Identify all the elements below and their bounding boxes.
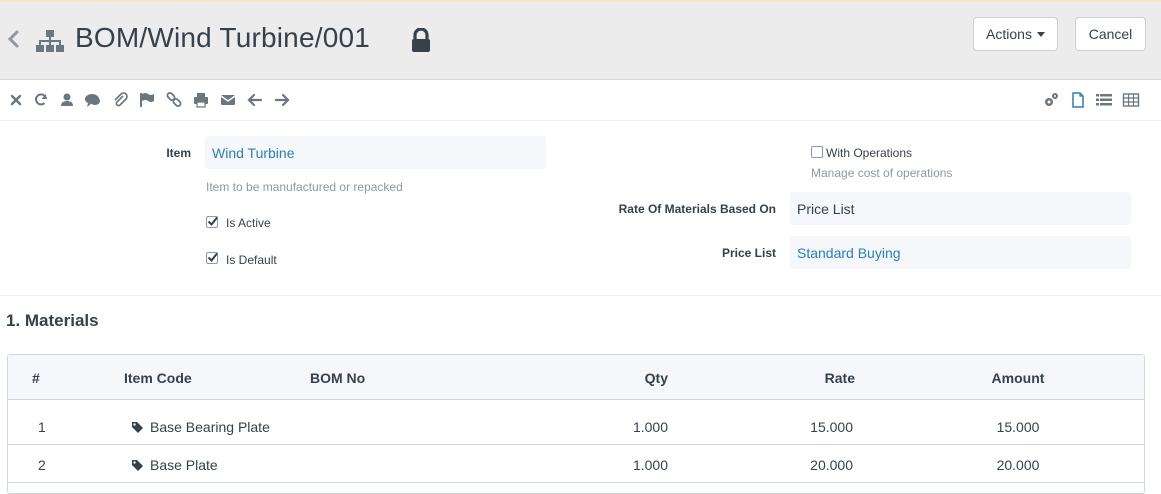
check-icon — [207, 216, 218, 227]
table-row[interactable]: 1 Base Bearing Plate 1.000 15.000 15.000 — [8, 408, 1144, 445]
price-list-value-link[interactable]: Standard Buying — [797, 245, 901, 261]
table-header: # Item Code BOM No Qty Rate Amount — [8, 355, 1144, 400]
list-view-icon[interactable] — [1095, 91, 1113, 109]
with-operations-label: With Operations — [826, 146, 913, 160]
back-chevron-icon[interactable] — [6, 27, 20, 51]
col-header-idx: # — [32, 370, 40, 386]
print-icon[interactable] — [192, 91, 210, 109]
row-idx: 1 — [38, 419, 46, 435]
item-label: Item — [166, 146, 191, 160]
arrow-right-icon[interactable] — [273, 91, 291, 109]
arrow-left-icon[interactable] — [246, 91, 264, 109]
actions-dropdown-button[interactable]: Actions — [973, 17, 1058, 51]
caret-down-icon — [1036, 32, 1045, 37]
user-icon[interactable] — [58, 91, 76, 109]
settings-icon[interactable] — [1042, 91, 1060, 109]
cancel-button[interactable]: Cancel — [1075, 17, 1146, 51]
email-icon[interactable] — [219, 91, 237, 109]
refresh-icon[interactable] — [32, 91, 50, 109]
form-view-icon[interactable] — [1069, 91, 1087, 109]
row-qty: 1.000 — [632, 457, 668, 473]
row-amount: 15.000 — [996, 419, 1040, 435]
is-default-label: Is Default — [226, 253, 277, 267]
close-icon[interactable] — [7, 91, 25, 109]
materials-section-title: 1. Materials — [6, 311, 99, 330]
rate-based-on-value: Price List — [797, 200, 855, 217]
price-list-label: Price List — [721, 246, 776, 260]
item-help-text: Item to be manufactured or repacked — [206, 180, 403, 194]
is-active-checkbox[interactable] — [206, 216, 218, 228]
row-qty: 1.000 — [632, 419, 668, 435]
tag-icon — [132, 460, 143, 471]
flag-icon[interactable] — [138, 91, 156, 109]
page-title: BOM/Wind Turbine/001 — [75, 22, 371, 53]
with-operations-help-text: Manage cost of operations — [811, 166, 953, 180]
row-item-code-link[interactable]: Base Bearing Plate — [150, 419, 270, 435]
attachment-icon[interactable] — [111, 91, 129, 109]
col-header-item-code: Item Code — [124, 370, 192, 386]
price-list-field[interactable]: Standard Buying — [790, 236, 1131, 269]
row-rate: 20.000 — [810, 457, 853, 473]
row-item-code-link[interactable]: Base Plate — [150, 457, 218, 473]
col-header-amount: Amount — [991, 370, 1045, 386]
link-icon[interactable] — [165, 91, 183, 109]
actions-button-label: Actions — [986, 26, 1032, 42]
row-idx: 2 — [38, 457, 46, 473]
col-header-rate: Rate — [824, 370, 855, 386]
check-icon — [207, 252, 218, 263]
col-header-qty: Qty — [644, 370, 668, 386]
table-row[interactable]: 2 Base Plate 1.000 20.000 20.000 — [8, 446, 1144, 483]
item-value-link[interactable]: Wind Turbine — [212, 145, 294, 161]
report-view-icon[interactable] — [1122, 91, 1140, 109]
col-header-bom-no: BOM No — [310, 370, 366, 386]
rate-based-on-select[interactable]: Price List — [790, 192, 1131, 225]
is-active-label: Is Active — [226, 216, 271, 230]
section-divider — [0, 295, 1161, 296]
sitemap-icon — [36, 30, 64, 52]
item-field[interactable]: Wind Turbine — [205, 136, 546, 169]
with-operations-checkbox[interactable] — [811, 146, 823, 158]
materials-table: # Item Code BOM No Qty Rate Amount 1 Bas… — [7, 354, 1145, 494]
lock-icon — [412, 28, 430, 52]
row-amount: 20.000 — [996, 457, 1040, 473]
tag-icon — [132, 422, 143, 433]
comment-icon[interactable] — [84, 91, 102, 109]
rate-based-on-label: Rate Of Materials Based On — [618, 202, 776, 216]
row-rate: 15.000 — [810, 419, 853, 435]
is-default-checkbox[interactable] — [206, 252, 218, 264]
